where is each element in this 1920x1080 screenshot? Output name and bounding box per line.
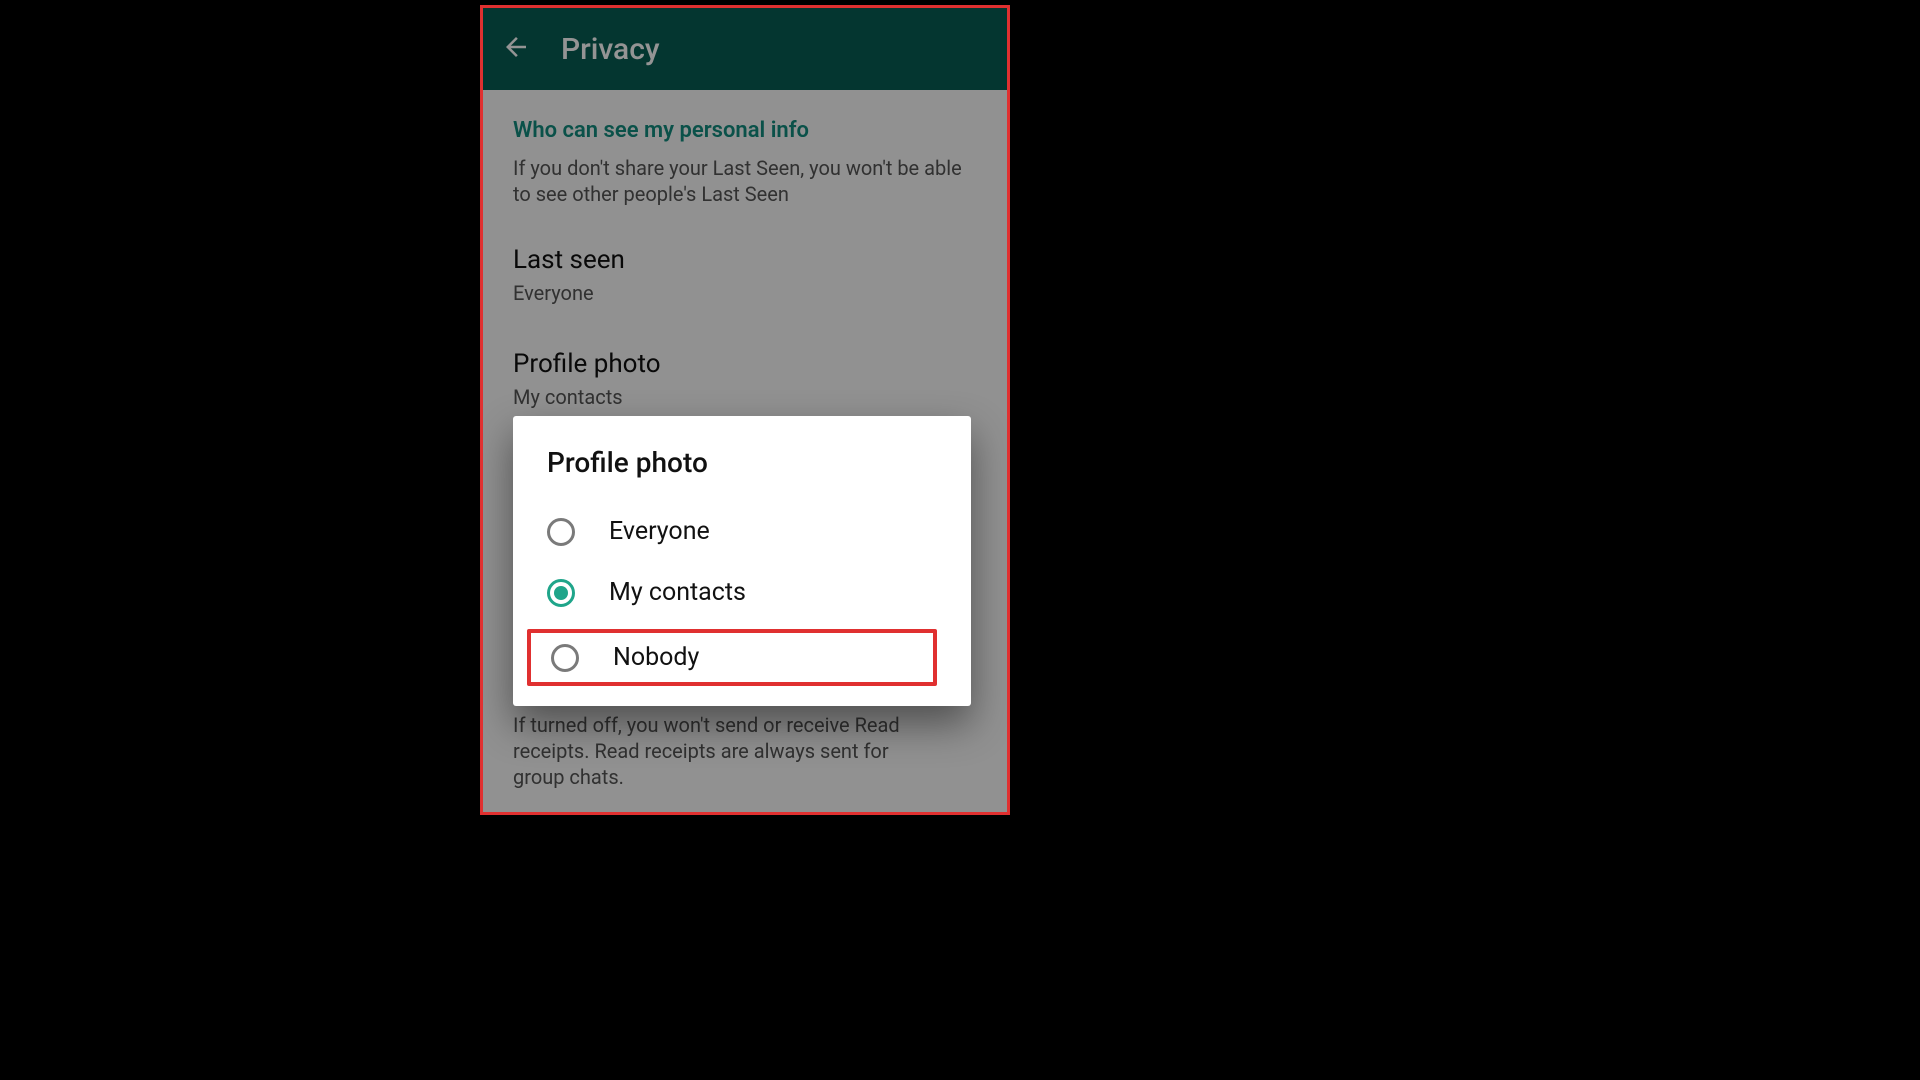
radio-icon — [551, 644, 579, 672]
appbar: Privacy — [483, 8, 1007, 90]
option-label: My contacts — [609, 578, 746, 607]
read-receipts-note: If turned off, you won't send or receive… — [513, 712, 913, 790]
option-my-contacts[interactable]: My contacts — [513, 562, 971, 623]
back-arrow-icon[interactable] — [501, 32, 531, 66]
pref-last-seen[interactable]: Last seen Everyone — [513, 245, 977, 305]
section-subtext: If you don't share your Last Seen, you w… — [513, 155, 977, 207]
profile-photo-dialog: Profile photo Everyone My contacts Nobod… — [513, 416, 971, 706]
option-everyone[interactable]: Everyone — [513, 501, 971, 562]
appbar-title: Privacy — [561, 32, 660, 67]
option-nobody-highlighted[interactable]: Nobody — [527, 629, 937, 686]
dialog-title: Profile photo — [513, 446, 971, 501]
pref-title: Profile photo — [513, 349, 977, 379]
option-label: Everyone — [609, 517, 710, 546]
pref-title: Last seen — [513, 245, 977, 275]
pref-value: My contacts — [513, 385, 977, 409]
radio-icon — [547, 518, 575, 546]
section-header: Who can see my personal info — [513, 118, 977, 143]
radio-selected-icon — [547, 579, 575, 607]
phone-frame: Privacy Who can see my personal info If … — [480, 5, 1010, 815]
pref-profile-photo[interactable]: Profile photo My contacts — [513, 349, 977, 409]
pref-value: Everyone — [513, 281, 977, 305]
option-label: Nobody — [613, 643, 699, 672]
